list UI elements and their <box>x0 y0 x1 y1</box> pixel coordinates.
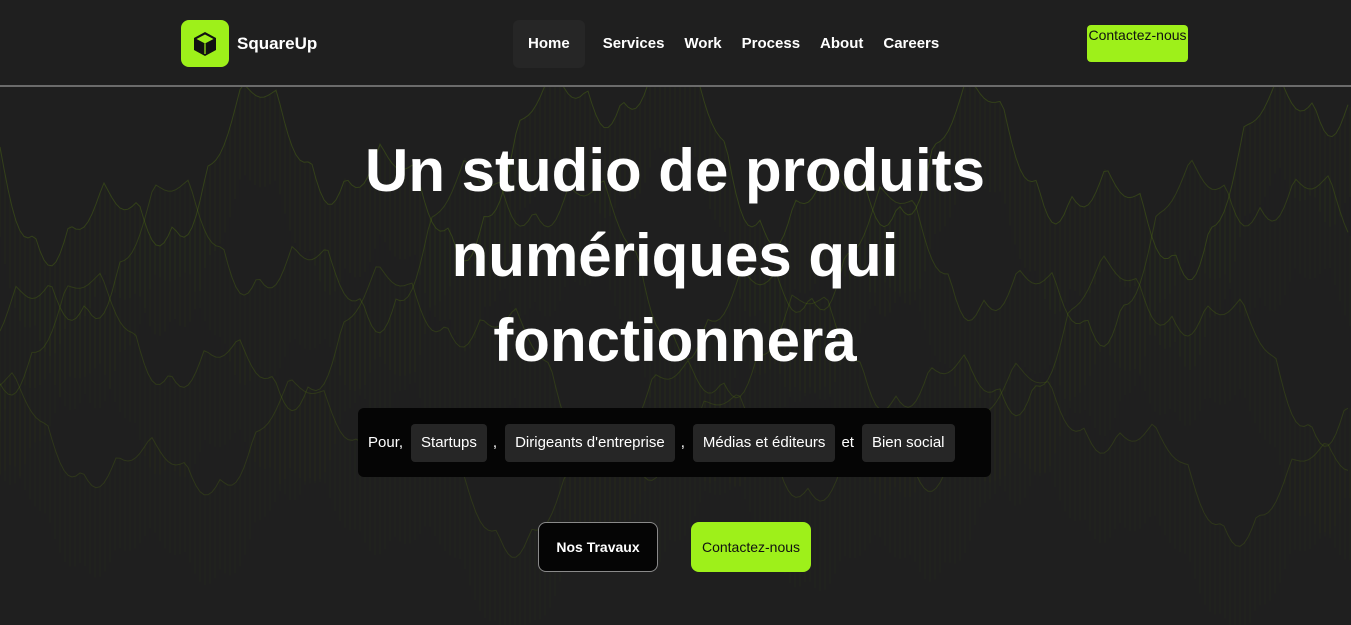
hero-title: Un studio de produits numériques qui fon… <box>365 137 985 374</box>
audience-business-leaders: Dirigeants d'entreprise <box>505 423 675 462</box>
nav-home[interactable]: Home <box>513 20 585 68</box>
audience-startups: Startups <box>411 423 487 462</box>
top-navigation-bar: SquareUp Home Services Work Process Abou… <box>0 0 1351 87</box>
audience-social-good: Bien social <box>861 423 955 462</box>
hero-contact-button[interactable]: Contactez-nous <box>691 522 811 572</box>
audience-separator: et <box>841 434 854 451</box>
audience-intro: Pour, <box>368 434 404 451</box>
header-contact-button[interactable]: Contactez-nous <box>1087 25 1188 62</box>
nav-process[interactable]: Process <box>732 20 810 68</box>
nav-work[interactable]: Work <box>674 20 731 68</box>
audience-separator: , <box>492 434 498 451</box>
cube-icon <box>181 20 229 67</box>
audience-separator: , <box>680 434 685 451</box>
nav-services[interactable]: Services <box>593 20 675 68</box>
brand-name: SquareUp <box>237 33 318 53</box>
audience-bar: Pour, Startups , Dirigeants d'entreprise… <box>358 408 991 477</box>
nav-careers[interactable]: Careers <box>873 20 949 68</box>
our-work-button[interactable]: Nos Travaux <box>538 522 658 572</box>
audience-media-publishers: Médias et éditeurs <box>692 423 836 462</box>
main-nav: Home Services Work Process About Careers <box>513 20 949 68</box>
nav-about[interactable]: About <box>810 20 873 68</box>
brand-logo[interactable]: SquareUp <box>181 20 317 67</box>
